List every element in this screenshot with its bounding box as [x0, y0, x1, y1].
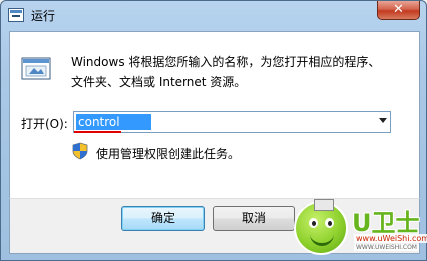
red-underline-annotation	[74, 131, 121, 133]
run-dialog-window: 运行 ✕ Windows 将根据您所输入的名称，为您打开相应的程序、文件夹、文档…	[0, 0, 427, 261]
ok-button[interactable]: 确定	[121, 206, 205, 231]
open-combobox[interactable]	[73, 111, 391, 133]
smiley-usb-icon	[294, 199, 348, 255]
watermark-url: www.uWeiShi.com	[354, 234, 427, 243]
open-input[interactable]	[76, 114, 151, 130]
window-title: 运行	[31, 9, 56, 23]
watermark-logo: U卫士 www.uWeiShi.com WWW.UWEISHI.COM	[294, 197, 427, 257]
watermark-brand: U卫士	[352, 209, 420, 237]
run-dialog-icon	[8, 8, 24, 22]
uac-shield-icon	[72, 142, 88, 160]
description-text: Windows 将根据您所输入的名称，为您打开相应的程序、文件夹、文档或 Int…	[71, 55, 381, 89]
open-field-label: 打开(O):	[21, 117, 68, 131]
close-button[interactable]: ✕	[377, 1, 420, 20]
watermark-url-small: WWW.UWEISHI.COM	[354, 244, 419, 251]
usb-plug-icon	[314, 199, 334, 211]
run-program-icon	[21, 57, 51, 80]
chevron-down-icon[interactable]	[379, 118, 387, 123]
cancel-button[interactable]: 取消	[213, 206, 295, 231]
title-bar[interactable]: 运行 ✕	[1, 1, 426, 30]
admin-privilege-note: 使用管理权限创建此任务。	[96, 147, 241, 161]
